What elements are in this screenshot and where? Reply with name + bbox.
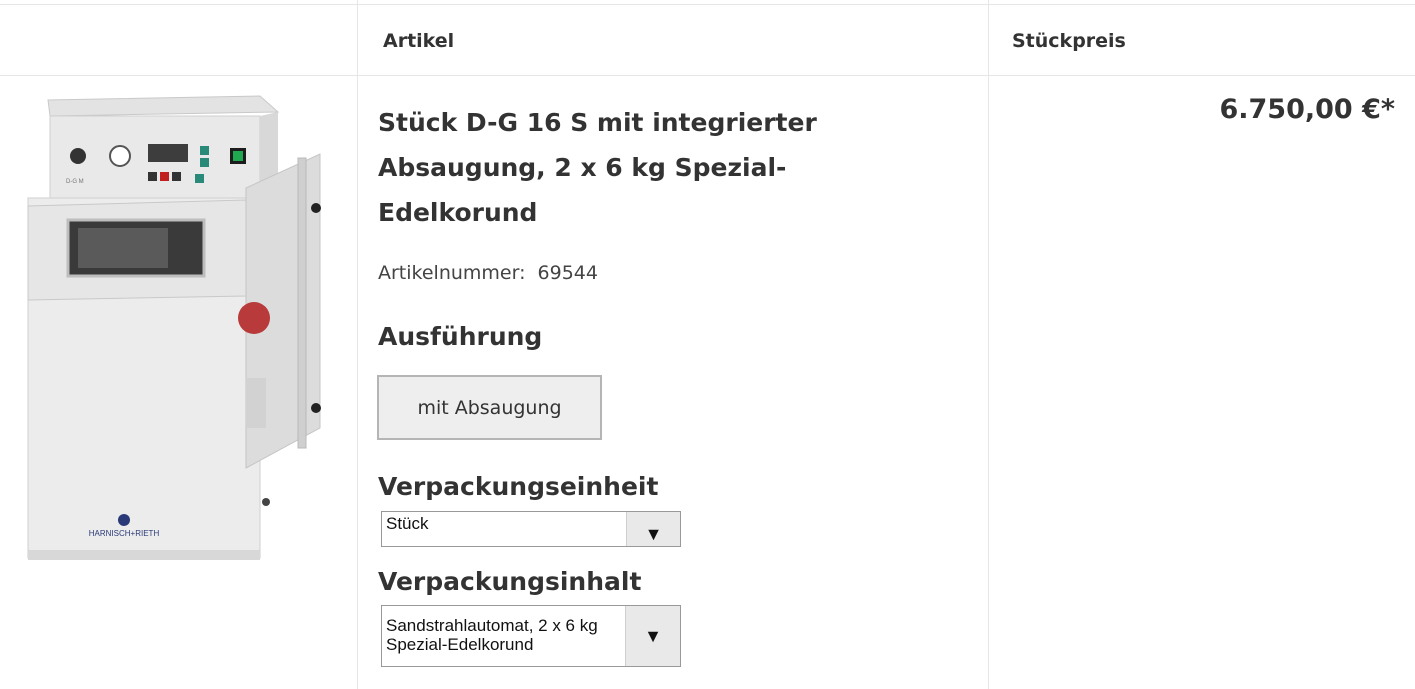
- column-divider-1: [357, 0, 358, 689]
- article-number-row: Artikelnummer: 69544: [378, 262, 598, 284]
- header-article: Artikel: [383, 30, 455, 52]
- unit-price: 6.750,00 €*: [1219, 94, 1395, 125]
- variant-heading: Ausführung: [378, 322, 543, 351]
- article-number-value: 69544: [537, 262, 598, 284]
- packaging-unit-value: Stück: [386, 514, 429, 533]
- packaging-content-value: Sandstrahlautomat, 2 x 6 kg Spezial-Edel…: [386, 616, 598, 654]
- packaging-unit-heading: Verpackungseinheit: [378, 472, 659, 501]
- variant-option-button[interactable]: mit Absaugung: [377, 375, 602, 440]
- packaging-content-heading: Verpackungsinhalt: [378, 567, 642, 596]
- chevron-down-icon: ▼: [625, 606, 680, 666]
- cart-table: Artikel Stückpreis D-G M HARNISCH+RIETH …: [0, 0, 1415, 689]
- brand-logo: HARNISCH+RIETH: [89, 529, 160, 538]
- product-title[interactable]: Stück D-G 16 S mit integrierter Absaugun…: [378, 100, 938, 235]
- header-divider: [0, 75, 1415, 76]
- chevron-down-icon: ▼: [626, 512, 680, 546]
- column-divider-2: [988, 0, 989, 689]
- packaging-unit-select[interactable]: Stück ▼: [381, 511, 681, 547]
- table-top-border: [0, 4, 1415, 5]
- packaging-content-select[interactable]: Sandstrahlautomat, 2 x 6 kg Spezial-Edel…: [381, 605, 681, 667]
- product-image[interactable]: D-G M HARNISCH+RIETH: [20, 88, 340, 578]
- article-number-label: Artikelnummer:: [378, 262, 526, 284]
- header-unit-price: Stückpreis: [1012, 30, 1126, 52]
- model-label: D-G M: [66, 179, 84, 185]
